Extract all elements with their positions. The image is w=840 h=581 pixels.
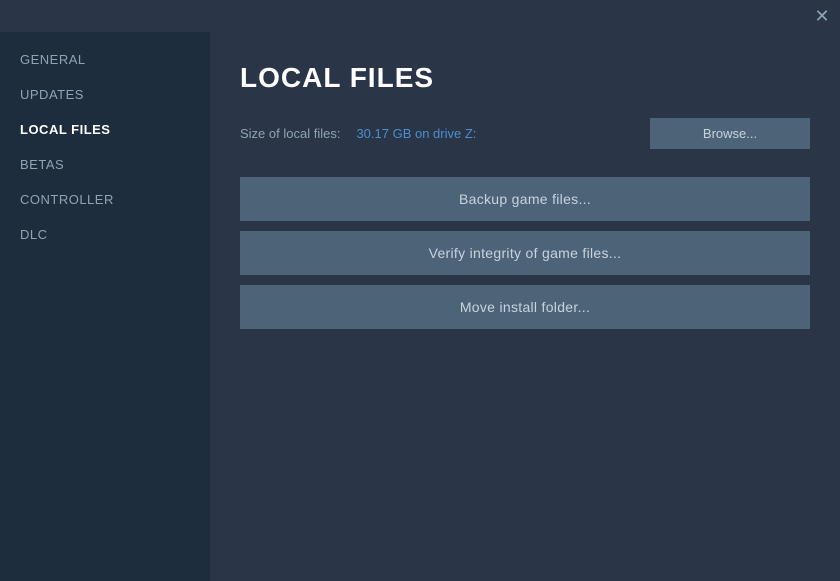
backup-button[interactable]: Backup game files... <box>240 177 810 221</box>
verify-button[interactable]: Verify integrity of game files... <box>240 231 810 275</box>
title-bar: ✕ <box>0 0 840 32</box>
sidebar-item-betas[interactable]: BETAS <box>0 147 210 182</box>
close-button[interactable]: ✕ <box>812 6 832 26</box>
sidebar-item-local-files[interactable]: LOCAL FILES <box>0 112 210 147</box>
sidebar-item-controller[interactable]: CONTROLLER <box>0 182 210 217</box>
size-value[interactable]: 30.17 GB on drive Z: <box>356 126 476 141</box>
size-label: Size of local files: <box>240 126 340 141</box>
sidebar-item-dlc[interactable]: DLC <box>0 217 210 252</box>
content-area: LOCAL FILES Size of local files: 30.17 G… <box>210 32 840 581</box>
browse-button[interactable]: Browse... <box>650 118 810 149</box>
sidebar-item-general[interactable]: GENERAL <box>0 42 210 77</box>
sidebar: GENERAL UPDATES LOCAL FILES BETAS CONTRO… <box>0 32 210 581</box>
page-title: LOCAL FILES <box>240 62 810 94</box>
sidebar-item-updates[interactable]: UPDATES <box>0 77 210 112</box>
main-content: GENERAL UPDATES LOCAL FILES BETAS CONTRO… <box>0 32 840 581</box>
dialog: ✕ GENERAL UPDATES LOCAL FILES BETAS CONT… <box>0 0 840 581</box>
info-row: Size of local files: 30.17 GB on drive Z… <box>240 118 810 149</box>
move-button[interactable]: Move install folder... <box>240 285 810 329</box>
